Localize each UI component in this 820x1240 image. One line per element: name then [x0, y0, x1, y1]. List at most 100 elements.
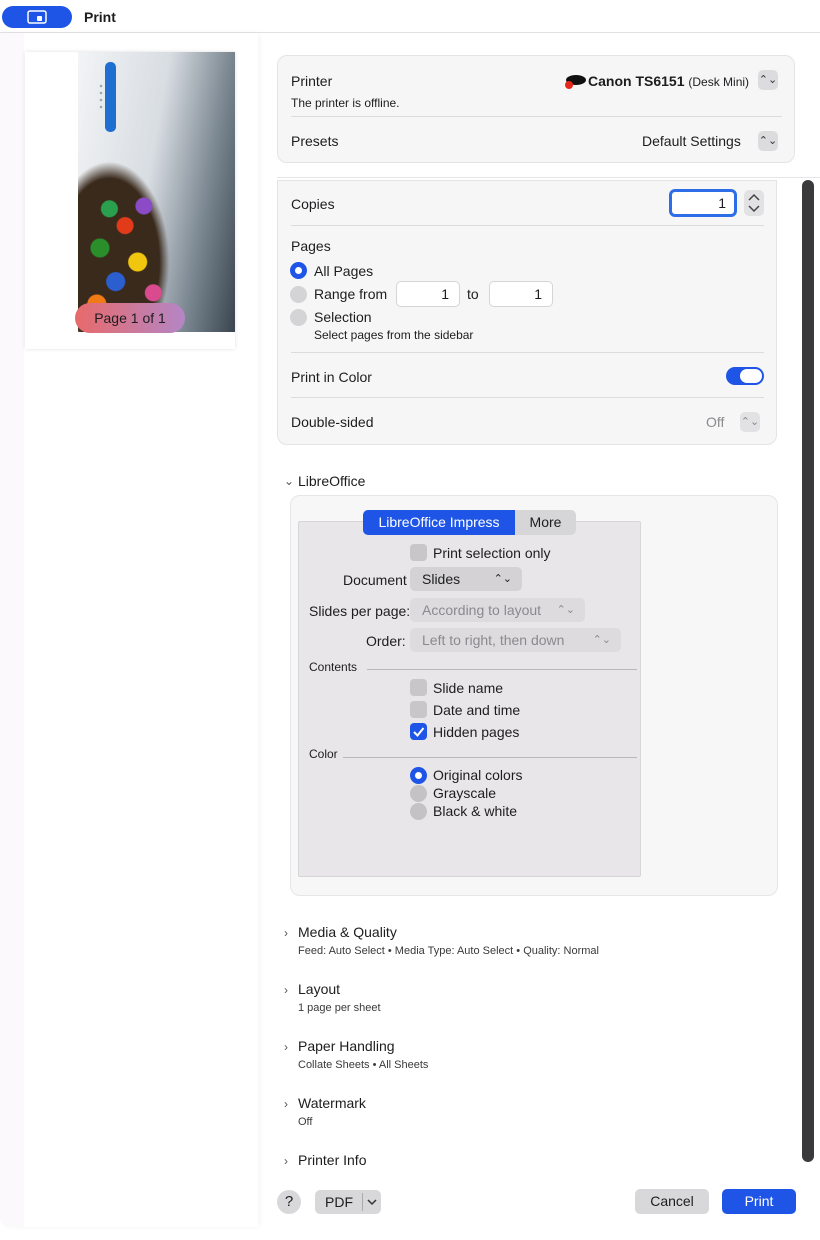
print-button[interactable]: Print	[722, 1189, 796, 1214]
hidden-pages-checkbox[interactable]	[410, 723, 427, 740]
slides-per-page-value: According to layout	[422, 602, 542, 618]
scroll-divider	[277, 177, 820, 178]
black-white-radio[interactable]	[410, 803, 427, 820]
slide-name-label: Slide name	[433, 680, 504, 696]
printer-select[interactable]: Canon TS6151 (Desk Mini)	[588, 73, 749, 89]
chevron-down-icon	[367, 1199, 377, 1206]
slide-name-checkbox[interactable]	[410, 679, 427, 696]
slides-per-page-label: Slides per page:	[309, 603, 411, 619]
select-arrows-icon: ⌃⌄	[592, 634, 611, 646]
original-colors-label: Original colors	[433, 767, 523, 783]
select-arrows-icon: ⌃⌄	[493, 573, 512, 585]
media-quality-section[interactable]: › Media & Quality Feed: Auto Select • Me…	[284, 924, 599, 957]
range-to-label: to	[467, 286, 479, 302]
chevron-down-icon[interactable]: ⌄	[284, 474, 294, 488]
divider	[362, 1193, 363, 1211]
copies-stepper[interactable]	[744, 190, 764, 216]
range-from-label: Range from	[314, 286, 388, 302]
tab-libreoffice-impress[interactable]: LibreOffice Impress	[363, 510, 515, 535]
help-button[interactable]: ?	[277, 1190, 301, 1214]
selection-radio[interactable]	[290, 309, 307, 326]
checkmark-icon	[413, 727, 425, 737]
cancel-button[interactable]: Cancel	[635, 1189, 709, 1214]
dots-icon	[99, 84, 103, 109]
document-value: Slides	[422, 571, 461, 587]
print-color-label: Print in Color	[291, 369, 372, 385]
thumbnail-handle	[105, 62, 116, 132]
grayscale-radio[interactable]	[410, 785, 427, 802]
pages-label: Pages	[291, 238, 331, 254]
all-pages-label: All Pages	[314, 263, 374, 279]
section-subtitle: 1 page per sheet	[298, 1002, 381, 1014]
date-time-label: Date and time	[433, 702, 521, 718]
printer-status: The printer is offline.	[291, 96, 400, 110]
copies-input[interactable]: 1	[669, 189, 737, 217]
original-colors-radio[interactable]	[410, 767, 427, 784]
stepper-arrows-icon	[748, 193, 760, 213]
range-to-input[interactable]: 1	[489, 281, 553, 307]
hidden-pages-label: Hidden pages	[433, 724, 520, 740]
range-radio[interactable]	[290, 286, 307, 303]
printer-info-section[interactable]: › Printer Info	[284, 1152, 366, 1168]
chevron-right-icon: ›	[284, 926, 288, 940]
chevron-right-icon: ›	[284, 1097, 288, 1111]
sidebar-icon	[27, 10, 47, 24]
copies-label: Copies	[291, 196, 335, 212]
double-sided-label: Double-sided	[291, 414, 374, 430]
paper-handling-section[interactable]: › Paper Handling Collate Sheets • All Sh…	[284, 1038, 428, 1071]
contents-group-label: Contents	[309, 660, 358, 674]
chevron-right-icon: ›	[284, 1154, 288, 1168]
selection-hint: Select pages from the sidebar	[314, 328, 474, 342]
section-subtitle: Off	[298, 1116, 313, 1128]
divider	[291, 225, 764, 226]
slides-per-page-select[interactable]: According to layout ⌃⌄	[410, 598, 585, 622]
title-bar	[0, 0, 820, 33]
presets-stepper[interactable]: ⌃⌄	[758, 131, 778, 151]
presets-select[interactable]: Default Settings	[642, 133, 741, 149]
color-group-label: Color	[309, 747, 338, 761]
print-selection-only-checkbox[interactable]	[410, 544, 427, 561]
select-arrows-icon: ⌃⌄	[556, 604, 575, 616]
section-title: Printer Info	[298, 1152, 367, 1168]
all-pages-radio[interactable]	[290, 262, 307, 279]
selection-label: Selection	[314, 309, 372, 325]
section-title: Media & Quality	[298, 924, 397, 940]
pdf-label: PDF	[325, 1194, 353, 1210]
section-title: Layout	[298, 981, 341, 997]
order-select[interactable]: Left to right, then down ⌃⌄	[410, 628, 621, 652]
section-subtitle: Feed: Auto Select • Media Type: Auto Sel…	[298, 945, 599, 957]
section-subtitle: Collate Sheets • All Sheets	[298, 1059, 429, 1071]
presets-label: Presets	[291, 133, 339, 149]
document-select[interactable]: Slides ⌃⌄	[410, 567, 522, 591]
libreoffice-section-title[interactable]: LibreOffice	[298, 473, 365, 489]
printer-label: Printer	[291, 73, 333, 89]
window-title: Print	[84, 9, 116, 25]
layout-section[interactable]: › Layout 1 page per sheet	[284, 981, 381, 1014]
date-time-checkbox[interactable]	[410, 701, 427, 718]
divider	[291, 397, 764, 398]
section-title: Watermark	[298, 1095, 366, 1111]
divider	[291, 116, 782, 117]
print-color-toggle[interactable]	[726, 367, 764, 385]
printer-stepper[interactable]: ⌃⌄	[758, 70, 778, 90]
page-badge: Page 1 of 1	[75, 303, 185, 333]
chevron-right-icon: ›	[284, 983, 288, 997]
double-sided-value[interactable]: Off	[706, 414, 724, 430]
tab-more[interactable]: More	[515, 510, 576, 535]
sidebar-toggle-button[interactable]	[2, 6, 72, 28]
print-selection-only-label: Print selection only	[433, 545, 551, 561]
document-label: Document	[343, 572, 407, 588]
watermark-section[interactable]: › Watermark Off	[284, 1095, 366, 1128]
chevron-right-icon: ›	[284, 1040, 288, 1054]
grayscale-label: Grayscale	[433, 785, 497, 801]
section-title: Paper Handling	[298, 1038, 395, 1054]
divider	[343, 757, 637, 758]
scrollbar[interactable]	[802, 180, 814, 1162]
printer-name-detail: (Desk Mini)	[688, 75, 750, 89]
range-from-input[interactable]: 1	[396, 281, 460, 307]
printer-name: Canon TS6151	[588, 73, 685, 89]
pdf-menu-button[interactable]: PDF	[315, 1190, 381, 1214]
black-white-label: Black & white	[433, 803, 518, 819]
double-sided-stepper[interactable]: ⌃⌄	[740, 412, 760, 432]
order-label: Order:	[366, 633, 406, 649]
